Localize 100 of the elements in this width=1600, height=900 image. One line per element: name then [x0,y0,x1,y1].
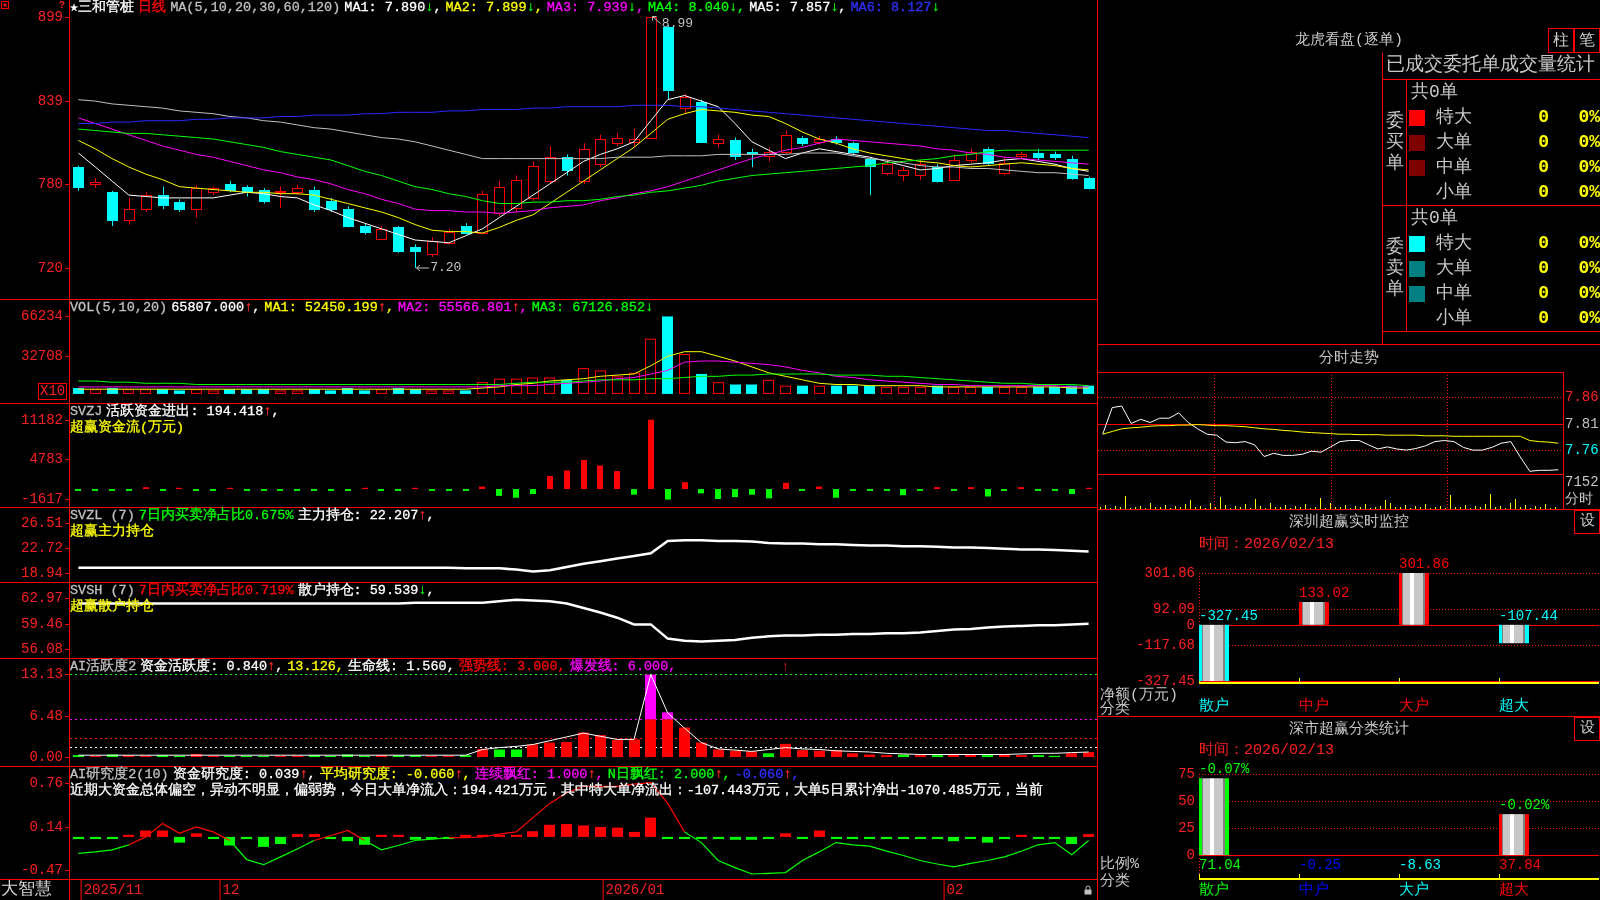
legend-text: MA4: 8.040↓, [648,0,746,16]
order-count: 0 [1538,282,1549,305]
bar-value-label: -8.63 [1399,857,1441,873]
order-type: 小单 [1436,181,1472,204]
axis-tick-label: 0.76 [29,774,63,791]
legend-text: MA6: 8.127↓ [850,0,940,16]
candlestick [730,137,741,161]
panel-title: 深圳超赢实时监控 [1289,513,1409,532]
category-label: 超大 [1499,698,1529,716]
candlestick [1067,155,1078,181]
legend-text: N日飘红: 2.000↑, [607,767,731,782]
candlestick [73,165,84,192]
change-label: -0.02% [1499,797,1550,814]
group-label: 委买单 [1385,111,1404,174]
candlestick [174,198,185,213]
axis-title: 比例% [1100,856,1139,873]
legend-text: 连续飘红: 1.000↑, [474,767,604,782]
candlestick [747,148,758,168]
legend-text: AI活跃度2 [70,659,137,675]
settings-button[interactable]: 设 [1574,717,1600,741]
candlestick [90,177,101,189]
bar-value-label: -107.44 [1499,607,1558,624]
square-icon[interactable] [1,1,9,9]
price-annotation: 7.20 [430,260,462,277]
candlestick [393,225,404,254]
axis-tick-label: -0.47 [21,862,63,879]
change-label: -0.07% [1199,761,1250,778]
axis-tick-label: 66234 [21,308,63,325]
volume-max-label: 7152 [1565,474,1599,491]
lock-icon[interactable] [1084,885,1092,895]
panel-title: 分时走势 [1319,349,1379,368]
candlestick [831,135,842,146]
order-percent: 0% [1578,131,1600,154]
candlestick [477,190,488,235]
legend-text: 65807.000↑, [171,300,261,316]
order-count: 0 [1538,181,1549,204]
legend-text: VOL(5,10,20) [70,300,168,316]
order-percent: 0% [1578,307,1600,330]
legend-text: 强势线: 3.000, [458,659,566,675]
legend-text: SVZL (7) [70,508,135,523]
candlestick [983,146,994,167]
legend-text: 13.126, [287,659,344,675]
view-toggle-button[interactable]: 笔 [1574,28,1600,53]
bar-value-label: 301.86 [1399,556,1450,572]
axis-tick-label: 18.94 [21,564,63,581]
candlestick [999,156,1010,176]
order-percent: 0% [1578,257,1600,280]
candlestick [461,222,472,235]
legend-text: 7日内买卖净占比0.719% [138,583,294,598]
candlestick [528,160,539,202]
candlestick [696,99,707,144]
settings-button[interactable]: 设 [1574,510,1600,534]
order-count: 0 [1538,106,1549,129]
help-button[interactable]: ? [59,0,65,11]
candlestick [579,142,590,185]
axis-tick-label: 6.48 [29,708,63,725]
candlestick [410,243,421,269]
axis-tick-label: 25 [1178,820,1195,836]
axis-tick-label: 7.86 [1565,388,1599,405]
category-label: 超大 [1499,882,1529,900]
axis-title: 分类 [1100,873,1130,890]
axis-tick-label: 22.72 [21,540,63,556]
arrow-icon [651,15,661,24]
legend-text: 资金研究度: 0.039↑, [172,767,316,782]
axis-tick-label: 4783 [29,451,63,468]
candlestick [1033,148,1044,161]
candlestick [376,225,387,241]
order-type: 特大 [1436,232,1472,255]
legend-text: MA(5,10,20,30,60,120) [170,0,341,16]
axis-tick-label: 0.14 [29,818,63,835]
candlestick [680,93,691,115]
order-count: 0 [1538,131,1549,154]
candlestick [898,166,909,182]
view-toggle-button[interactable]: 柱 [1548,28,1574,53]
candlestick [764,146,775,162]
table-title: 已成交委托单成交量统计 [1383,53,1600,80]
axis-tick-label: -1617 [21,491,63,508]
price-annotation: 8.99 [661,15,694,32]
candlestick [814,135,825,146]
candlestick [326,197,337,213]
legend-text: 爆发线: 6.000, [569,659,677,675]
order-percent: 0% [1578,232,1600,255]
axis-tick-label: 59.46 [21,615,63,632]
candlestick [225,180,236,193]
candlestick [629,128,640,148]
legend-text: 超赢主力持仓 [70,524,154,540]
axis-tick-label: 26.51 [21,515,63,532]
legend-text: MA1: 7.890↓, [344,0,442,16]
group-label: 委卖单 [1385,237,1404,300]
time-label: 时间：2026/02/13 [1199,536,1334,553]
panel-title: 深市超赢分类统计 [1289,719,1409,739]
legend-text: AI研究度2(10) [70,767,169,782]
candlestick [107,190,118,227]
candlestick [158,186,169,210]
legend-text: 资金活跃度: 0.840↑, [140,659,284,675]
legend-text: SVZJ [70,404,103,419]
candlestick [360,222,371,235]
panel-title: 龙虎看盘(逐单) [1295,31,1403,50]
date-label: 2026/01 [602,880,666,900]
candlestick [1016,151,1027,160]
